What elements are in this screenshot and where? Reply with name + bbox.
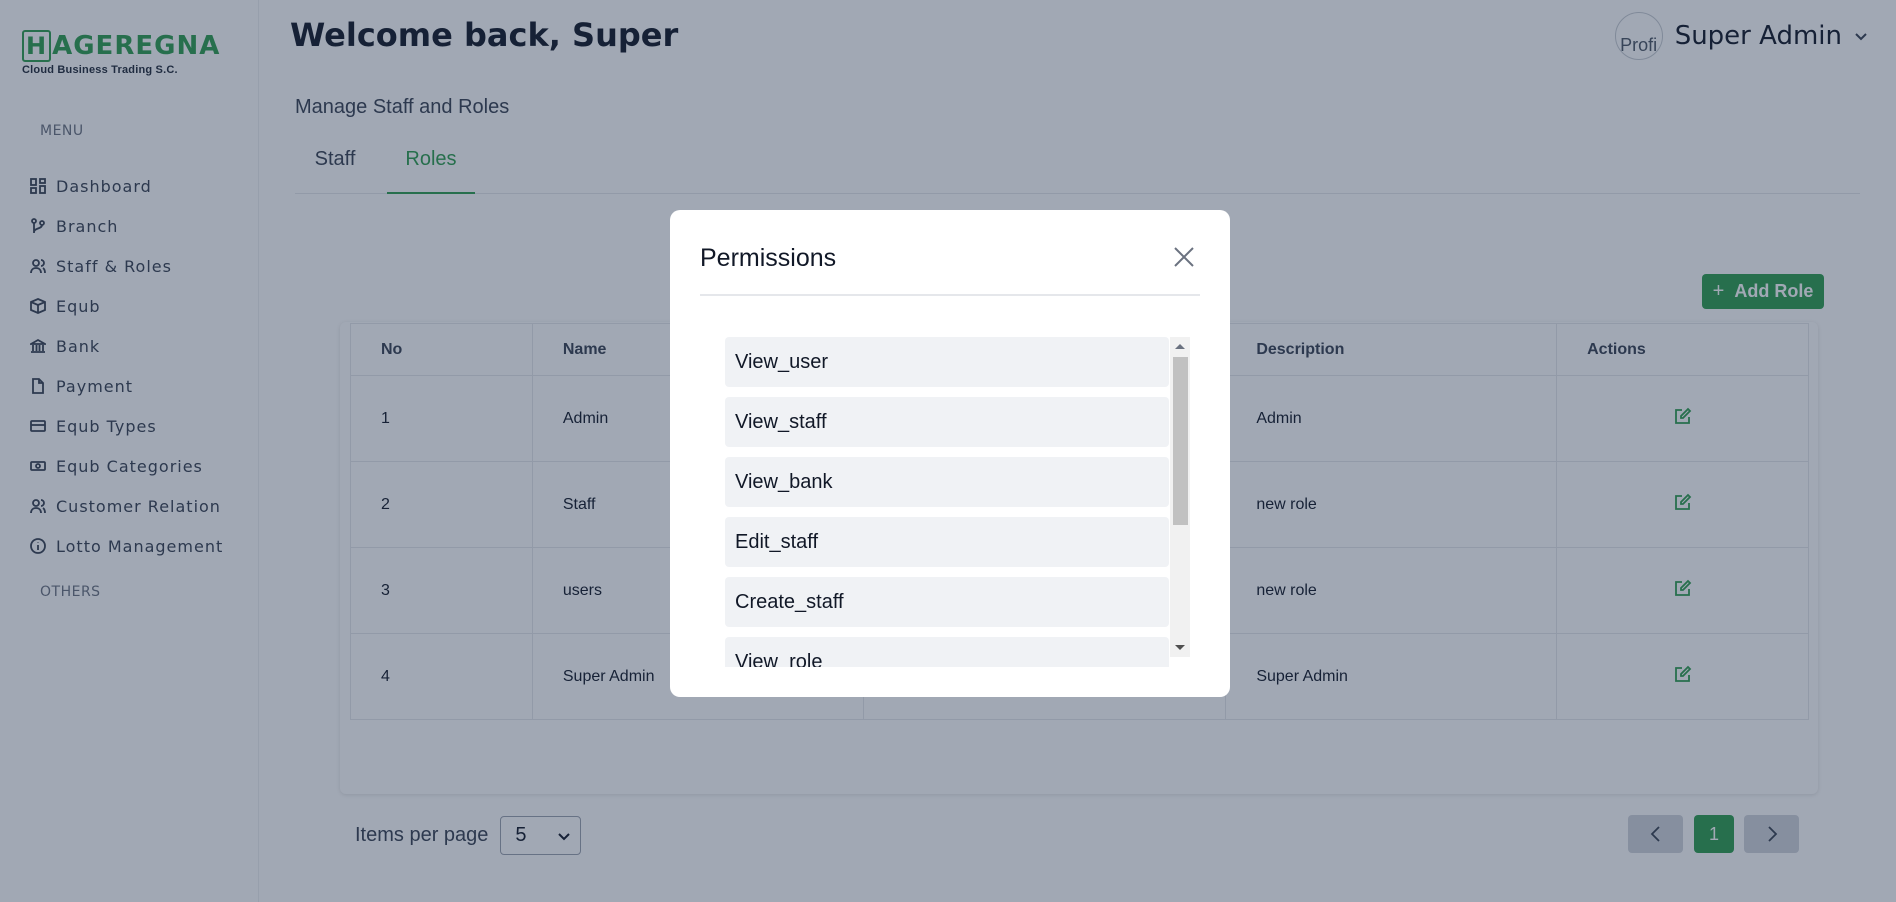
permissions-modal: Permissions View_user View_staff View_ba… [670, 210, 1230, 697]
scroll-down-arrow-icon[interactable] [1175, 645, 1185, 650]
permission-item: Edit_staff [725, 517, 1169, 567]
scroll-up-arrow-icon[interactable] [1175, 344, 1185, 349]
permission-item: View_role [725, 637, 1169, 667]
permissions-list: View_user View_staff View_bank Edit_staf… [725, 337, 1189, 667]
permissions-scrollbar[interactable] [1170, 337, 1190, 657]
permission-item: View_bank [725, 457, 1169, 507]
close-icon [1174, 247, 1194, 267]
permission-item: View_staff [725, 397, 1169, 447]
modal-divider [700, 294, 1200, 296]
scrollbar-thumb[interactable] [1173, 357, 1188, 525]
close-button[interactable] [1172, 245, 1196, 269]
permission-item: View_user [725, 337, 1169, 387]
modal-title: Permissions [700, 244, 837, 272]
permission-item: Create_staff [725, 577, 1169, 627]
